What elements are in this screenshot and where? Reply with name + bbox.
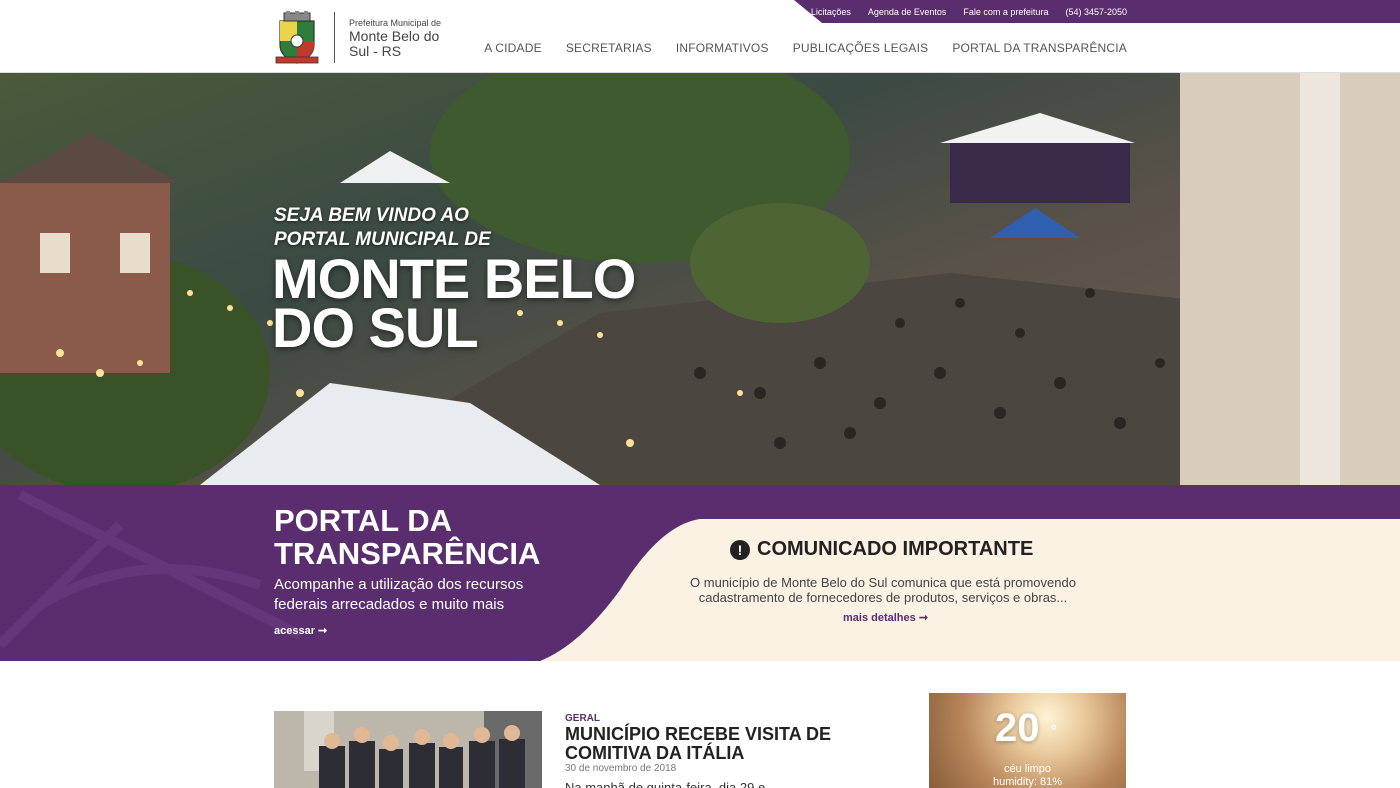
weather-description: céu limpo [1003, 763, 1052, 775]
weather-degree-symbol: ° [1051, 722, 1057, 738]
logo-name[interactable]: Monte Belo do Sul - RS [349, 29, 459, 59]
news-title[interactable]: MUNICÍPIO RECEBE VISITA DE COMITIVA DA I… [565, 725, 865, 763]
coat-of-arms-icon[interactable] [274, 11, 320, 65]
hero-title-line2: DO SUL [272, 296, 479, 359]
nav-item-cidade[interactable]: A CIDADE [484, 41, 542, 55]
nav-item-informativos[interactable]: INFORMATIVOS [676, 41, 769, 55]
header: Licitações Agenda de Eventos Fale com a … [0, 0, 1400, 73]
news-category[interactable]: GERAL [565, 713, 600, 724]
weather-temperature: 20 [995, 706, 1040, 750]
nav-item-secretarias[interactable]: SECRETARIAS [566, 41, 652, 55]
hero-welcome: SEJA BEM VINDO AO PORTAL MUNICIPAL DE [274, 204, 491, 252]
logo-divider [334, 12, 335, 63]
logo-subtitle[interactable]: Prefeitura Municipal de [349, 18, 441, 28]
page: Licitações Agenda de Eventos Fale com a … [0, 0, 1400, 788]
hero-title: MONTE BELO DO SUL [272, 251, 636, 359]
transparency-description: Acompanhe a utilização dos recursos fede… [274, 576, 524, 613]
main-nav: A CIDADE SECRETARIAS INFORMATIVOS PUBLIC… [484, 41, 1127, 55]
transparency-access-link[interactable]: acessar ➞ [274, 624, 327, 637]
top-utility-links: Licitações Agenda de Eventos Fale com a … [811, 0, 1127, 23]
transparency-title: PORTAL DA TRANSPARÊNCIA [274, 504, 540, 570]
link-agenda-eventos[interactable]: Agenda de Eventos [868, 7, 947, 17]
phone-number[interactable]: (54) 3457-2050 [1065, 7, 1127, 17]
link-licitacoes[interactable]: Licitações [811, 7, 851, 17]
news-date: 30 de novembro de 2018 [565, 763, 677, 774]
transparency-title-line1: PORTAL DA [274, 503, 452, 538]
news-photo-graphic [274, 711, 542, 788]
notice-details-link[interactable]: mais detalhes ➞ [843, 611, 928, 624]
transparency-title-line2: TRANSPARÊNCIA [274, 536, 541, 571]
notice-body: O município de Monte Belo do Sul comunic… [690, 575, 1076, 605]
weather-humidity: humidity: 81% [992, 776, 1063, 788]
exclamation-icon: ! [730, 539, 750, 560]
notice-title: COMUNICADO IMPORTANTE [757, 538, 1034, 560]
transparency-band [0, 485, 1400, 661]
hero-welcome-line1: SEJA BEM VINDO AO [274, 205, 469, 226]
hero-banner: SEJA BEM VINDO AO PORTAL MUNICIPAL DE MO… [0, 73, 1400, 485]
link-fale-prefeitura[interactable]: Fale com a prefeitura [963, 7, 1048, 17]
hero-photo [0, 73, 1400, 485]
nav-item-publicacoes-legais[interactable]: PUBLICAÇÕES LEGAIS [793, 41, 929, 55]
nav-item-portal-transparencia[interactable]: PORTAL DA TRANSPARÊNCIA [952, 41, 1127, 55]
news-excerpt: Na manhã de quinta-feira, dia 29 e... [565, 780, 777, 788]
news-photo[interactable] [274, 711, 542, 788]
notice-panel [540, 519, 1400, 661]
notice-heading: ! COMUNICADO IMPORTANTE [730, 538, 1033, 561]
